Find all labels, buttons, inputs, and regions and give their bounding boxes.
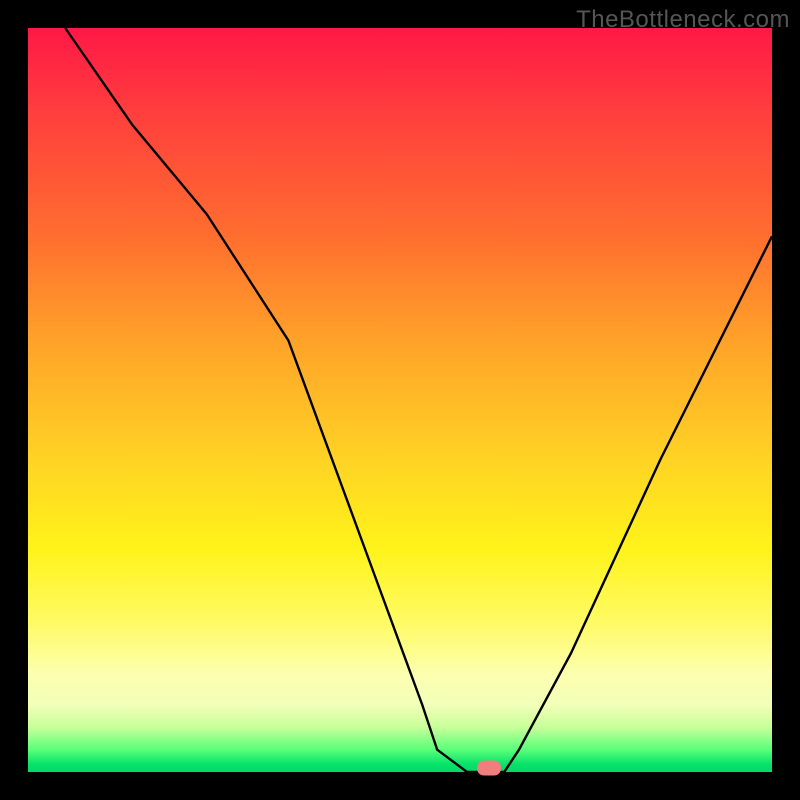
plot-area xyxy=(28,28,772,772)
optimal-marker xyxy=(477,761,501,776)
curve-svg xyxy=(28,28,772,772)
bottleneck-curve xyxy=(65,28,772,772)
chart-stage: TheBottleneck.com xyxy=(0,0,800,800)
